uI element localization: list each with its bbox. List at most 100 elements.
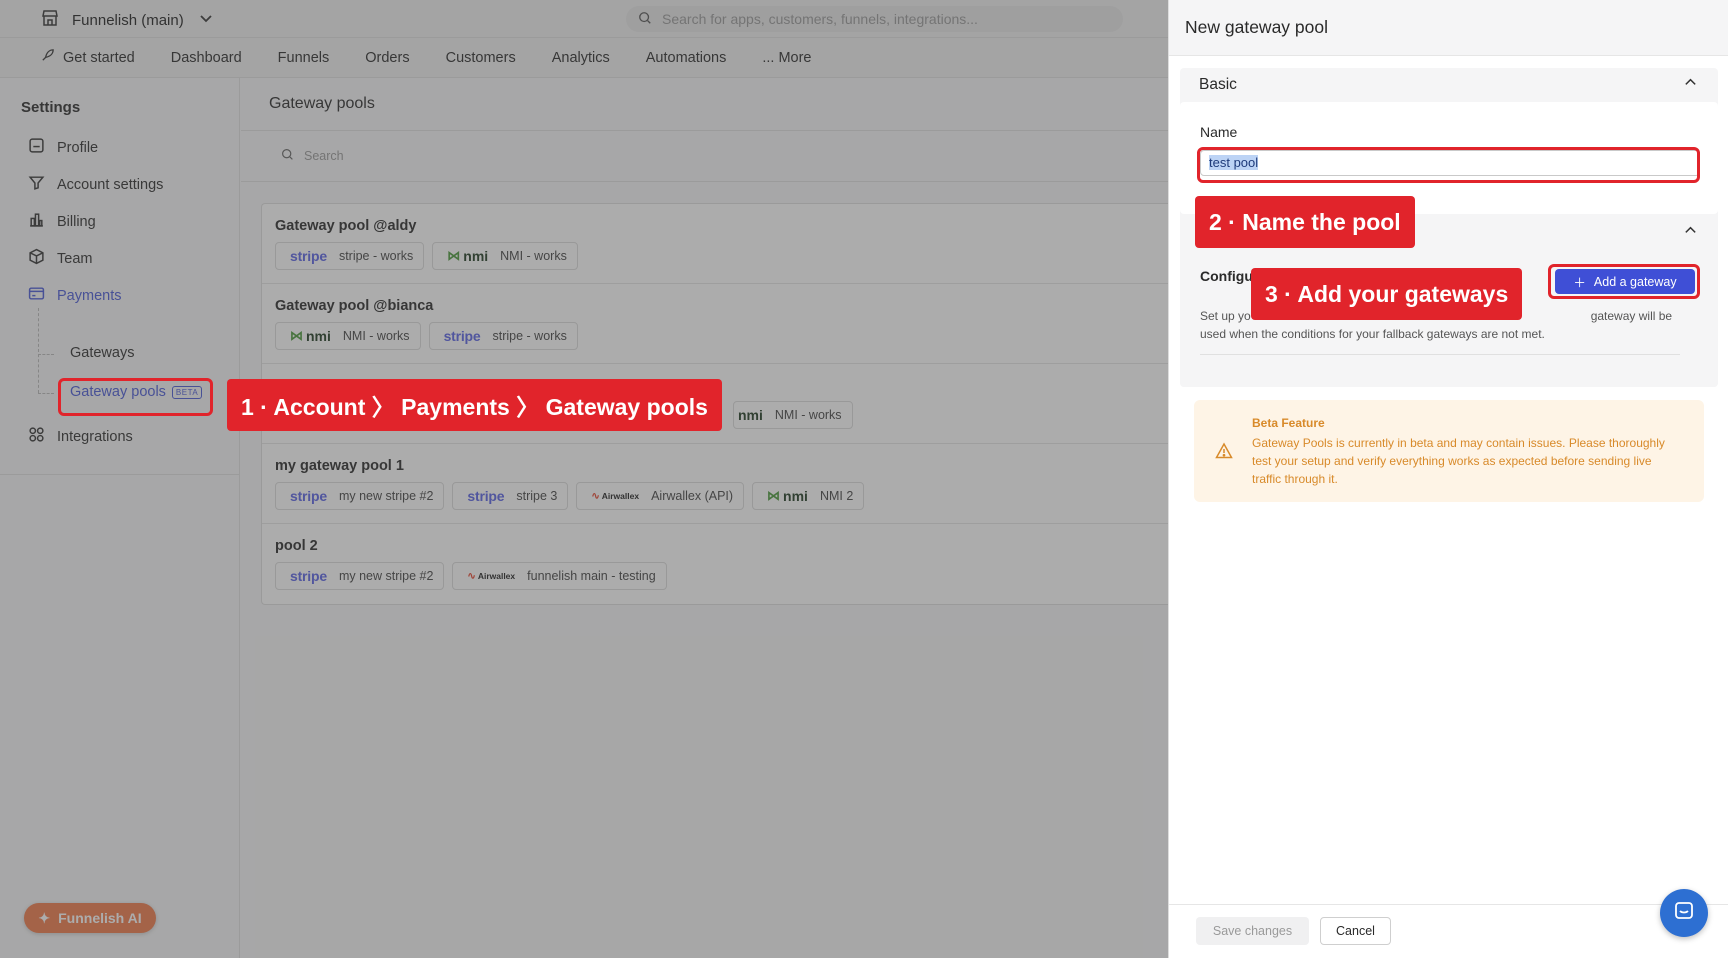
nmi-logo-icon: ⋈ nmi [447, 248, 489, 264]
funnelish-ai-button[interactable]: ✦ Funnelish AI [24, 903, 156, 933]
pool-name: Gateway pool @bianca [275, 298, 434, 314]
gateway-label: stripe - works [492, 329, 567, 343]
nav-funnels[interactable]: Funnels [278, 50, 330, 66]
pool-name: pool 2 [275, 538, 318, 554]
list-item[interactable]: my gateway pool 1 stripe my new stripe #2… [262, 444, 1168, 524]
main-content: Gateway pools Search Gateway pool @aldy … [241, 78, 1168, 958]
panel-footer: Save changes Cancel [1169, 904, 1728, 958]
highlight-add-gateway [1548, 264, 1700, 299]
callout-step-3: 3 · Add your gateways [1251, 268, 1523, 320]
pool-search-placeholder: Search [304, 149, 344, 163]
global-search-input[interactable]: Search for apps, customers, funnels, int… [626, 6, 1123, 32]
gateway-label: stripe 3 [516, 489, 558, 503]
gateway-label: NMI 2 [819, 489, 854, 503]
gateway-chip[interactable]: ∿ Airwallex Airwallex (API) [576, 482, 745, 510]
sidebar-title: Settings [21, 99, 81, 116]
gateway-label: Airwallex (API) [651, 489, 734, 503]
sidebar-item-billing[interactable]: Billing [28, 211, 96, 232]
stripe-logo-icon: stripe [290, 568, 327, 584]
store-switcher[interactable]: Funnelish (main) [40, 8, 216, 32]
store-icon [40, 8, 60, 32]
gateway-label: NMI - works [342, 329, 410, 343]
chevron-up-icon[interactable] [1683, 75, 1698, 95]
ai-button-label: Funnelish AI [58, 910, 142, 926]
gateway-chip[interactable]: stripe stripe - works [275, 242, 425, 270]
sidebar-item-label: Payments [57, 287, 122, 304]
chat-icon [1672, 899, 1696, 928]
sidebar-item-profile[interactable]: Profile [28, 137, 98, 158]
nmi-logo-icon: nmi [738, 407, 763, 423]
sidebar-item-integrations[interactable]: Integrations [28, 426, 133, 447]
warning-icon [1215, 442, 1233, 460]
stripe-logo-icon: stripe [443, 328, 481, 344]
gateway-chip[interactable]: ⋈ nmi NMI - works [432, 242, 578, 270]
gateway-chip[interactable]: stripe stripe 3 [452, 482, 569, 510]
nav-automations[interactable]: Automations [646, 50, 727, 66]
sidebar-item-label: Account settings [57, 176, 164, 193]
settings-sidebar: Settings Profile Account settings Billin… [0, 78, 240, 958]
gateway-chip[interactable]: ⋈ nmi NMI - works [275, 322, 421, 350]
sidebar-item-account-settings[interactable]: Account settings [28, 174, 163, 195]
callout-step-1: 1 · Account 〉 Payments 〉 Gateway pools [227, 379, 722, 431]
chat-support-button[interactable] [1660, 889, 1708, 937]
list-item[interactable]: pool 2 stripe my new stripe #2 ∿ Airwallex… [262, 524, 1168, 604]
gateway-chip[interactable]: ∿ Airwallex funnelish main - testing [452, 562, 667, 590]
save-button[interactable]: Save changes [1196, 917, 1309, 945]
gateway-chip[interactable]: stripe my new stripe #2 [275, 482, 445, 510]
beta-text: Gateway Pools is currently in beta and m… [1252, 436, 1665, 486]
stripe-logo-icon: stripe [290, 248, 327, 264]
grid-icon [28, 426, 45, 447]
sidebar-item-label: Team [57, 250, 93, 267]
rocket-icon [40, 48, 55, 67]
sidebar-subitem-gateways[interactable]: Gateways [70, 345, 134, 361]
nav-label: Get started [63, 49, 135, 66]
gateway-label: stripe - works [338, 249, 414, 263]
config-label: Configu [1200, 268, 1253, 284]
gateway-chip[interactable]: stripe my new stripe #2 [275, 562, 445, 590]
nav-more[interactable]: ... More [762, 50, 811, 66]
nav-dashboard[interactable]: Dashboard [171, 50, 242, 66]
pool-name: my gateway pool 1 [275, 458, 404, 474]
top-bar: Funnelish (main) Search for apps, custom… [0, 0, 1168, 38]
sidebar-item-team[interactable]: Team [28, 248, 92, 269]
highlight-gateway-pools [58, 378, 213, 416]
list-item[interactable]: Gateway pool @bianca ⋈ nmi NMI - works str… [262, 284, 1168, 364]
basic-section-header[interactable]: Basic [1180, 68, 1718, 102]
name-label: Name [1200, 124, 1238, 140]
sparkle-icon: ✦ [38, 909, 51, 926]
pool-name: Gateway pool @aldy [275, 218, 417, 234]
callout-step-2: 2 · Name the pool [1195, 196, 1415, 248]
new-gateway-pool-panel: New gateway pool Basic Name test pool Co… [1168, 0, 1728, 958]
gateway-chip[interactable]: stripe stripe - works [428, 322, 578, 350]
chevron-up-icon[interactable] [1683, 223, 1698, 243]
gateway-chip[interactable]: nmi NMI - works [733, 401, 853, 429]
cancel-button[interactable]: Cancel [1320, 917, 1391, 945]
stripe-logo-icon: stripe [467, 488, 505, 504]
nmi-logo-icon: ⋈ nmi [767, 488, 808, 504]
app-background: Funnelish (main) Search for apps, custom… [0, 0, 1168, 958]
search-icon [638, 11, 652, 28]
list-item[interactable]: Gateway pool @aldy stripe stripe - works … [262, 204, 1168, 284]
gateway-label: my new stripe #2 [338, 489, 434, 503]
airwallex-logo-icon: ∿ Airwallex [467, 570, 516, 582]
gateway-label: NMI - works [500, 249, 567, 263]
gateway-chip[interactable]: ⋈ nmi NMI 2 [752, 482, 865, 510]
profile-icon [28, 137, 45, 158]
sidebar-item-payments[interactable]: Payments [28, 285, 121, 306]
beta-title: Beta Feature [1252, 416, 1325, 430]
nav-customers[interactable]: Customers [446, 50, 516, 66]
sidebar-item-label: Billing [57, 213, 96, 230]
pool-search-input[interactable]: Search [241, 130, 1168, 182]
global-search-placeholder: Search for apps, customers, funnels, int… [662, 11, 978, 27]
nmi-logo-icon: ⋈ nmi [290, 328, 331, 344]
main-nav: Get started Dashboard Funnels Orders Cus… [0, 38, 1168, 78]
nav-orders[interactable]: Orders [365, 50, 409, 66]
panel-title: New gateway pool [1169, 0, 1728, 56]
gateway-label: my new stripe #2 [338, 569, 434, 583]
nav-get-started[interactable]: Get started [40, 48, 135, 67]
cube-icon [28, 248, 45, 269]
nav-analytics[interactable]: Analytics [552, 50, 610, 66]
sidebar-item-label: Profile [57, 139, 99, 156]
airwallex-logo-icon: ∿ Airwallex [591, 490, 640, 502]
sidebar-item-label: Integrations [57, 428, 133, 445]
